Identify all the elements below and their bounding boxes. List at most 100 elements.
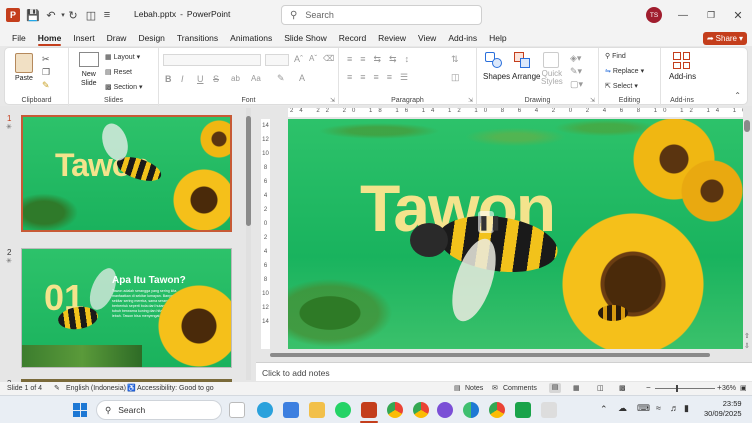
scrollbar-thumb[interactable] [270, 353, 710, 357]
char-spacing-icon[interactable]: ab [231, 74, 240, 83]
replace-button[interactable]: ⇋ Replace ▾ [605, 67, 644, 76]
slide-thumbnail-2[interactable]: 01 Apa Itu Tawon? Tawon adalah serangga … [21, 248, 232, 368]
strikethrough-button[interactable]: S [213, 74, 219, 84]
shape-format-buttons[interactable]: ◈▾ ✎▾ ▢▾ [570, 52, 583, 91]
reading-view-icon[interactable]: ◫ [597, 384, 604, 392]
chrome-icon-2[interactable] [489, 402, 505, 418]
font-name-select[interactable] [163, 54, 261, 66]
shapes-icon[interactable] [485, 52, 503, 68]
comments-button[interactable]: Comments [503, 385, 537, 392]
avatar[interactable]: TS [646, 7, 662, 23]
notes-button[interactable]: Notes [465, 385, 483, 392]
redo-icon[interactable]: ↻ [66, 8, 80, 22]
scrollbar-thumb[interactable] [246, 116, 251, 226]
windows-start-icon[interactable] [73, 403, 87, 417]
list-buttons-icon[interactable]: ≡≡⇆⇆↕ [347, 54, 417, 65]
decrease-font-icon[interactable]: Aˇ [309, 54, 317, 63]
tab-view[interactable]: View [412, 30, 442, 46]
prev-slide-icon[interactable]: ⇧ [744, 332, 750, 340]
scrollbar-thumb[interactable] [744, 120, 750, 132]
whatsapp-icon[interactable] [335, 402, 351, 418]
current-slide[interactable]: Tawon ❚❚ [288, 119, 743, 349]
section-button[interactable]: ▩ Section ▾ [105, 83, 143, 92]
format-painter-icon[interactable]: ✎ [42, 80, 50, 91]
drawing-dialog-launcher-icon[interactable]: ⇲ [590, 97, 595, 104]
wifi-icon[interactable]: ≈ [656, 403, 661, 413]
zoom-in-icon[interactable]: + [717, 383, 722, 392]
notes-pane[interactable]: Click to add notes [256, 362, 752, 381]
quick-styles-button[interactable]: Quick Styles [541, 70, 563, 86]
tab-insert[interactable]: Insert [67, 30, 100, 46]
ime-icon[interactable]: ⌨ [637, 403, 650, 414]
normal-view-icon[interactable]: ▤ [549, 383, 561, 393]
telegram-icon[interactable] [257, 402, 273, 418]
tab-draw[interactable]: Draw [101, 30, 133, 46]
align-buttons-icon[interactable]: ≡≡≡≡☰ [347, 72, 416, 83]
presentation-icon[interactable]: ◫ [84, 8, 98, 22]
underline-button[interactable]: U [197, 74, 204, 84]
close-icon[interactable]: ✕ [731, 8, 745, 22]
paragraph-dialog-launcher-icon[interactable]: ⇲ [468, 97, 473, 104]
minimize-icon[interactable]: — [676, 8, 690, 22]
cloud-icon[interactable]: ☁ [618, 403, 627, 414]
chrome-icon[interactable] [387, 402, 403, 418]
reset-button[interactable]: ▤ Reset [105, 68, 132, 77]
chrome-profile-icon[interactable] [413, 402, 429, 418]
edge-icon[interactable] [463, 402, 479, 418]
tab-home[interactable]: Home [32, 30, 68, 46]
maximize-icon[interactable]: ❐ [704, 8, 718, 22]
next-slide-icon[interactable]: ⇩ [744, 342, 750, 350]
language-status[interactable]: English (Indonesia) [66, 385, 126, 392]
change-case-icon[interactable]: Aa [251, 74, 261, 83]
share-button[interactable]: ➦ Share ▾ [703, 32, 747, 45]
zoom-level[interactable]: 36% [722, 385, 736, 392]
tab-slide-show[interactable]: Slide Show [278, 30, 333, 46]
tab-record[interactable]: Record [333, 30, 372, 46]
battery-icon[interactable]: ▮ [684, 403, 689, 414]
layout-button[interactable]: ▦ Layout ▾ [105, 53, 140, 62]
tab-help[interactable]: Help [483, 30, 512, 46]
arrange-button[interactable]: Arrange [512, 72, 540, 81]
paste-icon[interactable] [15, 53, 33, 73]
tab-file[interactable]: File [6, 30, 32, 46]
excel-icon[interactable] [515, 402, 531, 418]
addins-icon[interactable] [673, 52, 690, 69]
search-box[interactable]: ⚲ Search [281, 5, 482, 25]
zoom-slider-thumb[interactable] [675, 385, 678, 392]
fit-to-window-icon[interactable]: ▣ [740, 384, 747, 392]
tab-design[interactable]: Design [132, 30, 170, 46]
zoom-out-icon[interactable]: − [646, 383, 651, 392]
canva-icon[interactable] [437, 402, 453, 418]
paste-button[interactable]: Paste [15, 75, 33, 82]
increase-font-icon[interactable]: Aˆ [294, 54, 303, 64]
slide-sorter-icon[interactable]: ▦ [573, 384, 580, 392]
font-size-select[interactable] [265, 54, 289, 66]
italic-button[interactable]: I [181, 74, 184, 84]
spelling-icon[interactable]: ✎ [54, 384, 60, 392]
collapse-ribbon-icon[interactable]: ⌃ [734, 91, 741, 100]
arrange-icon[interactable] [514, 52, 532, 68]
addins-button[interactable]: Add-ins [669, 72, 696, 81]
vertical-scrollbar[interactable] [744, 118, 750, 350]
app-icon-2[interactable] [541, 402, 557, 418]
tab-animations[interactable]: Animations [224, 30, 278, 46]
find-button[interactable]: ⚲ Find [605, 52, 626, 61]
new-slide-button[interactable]: New Slide [81, 70, 97, 88]
select-button[interactable]: ⇱ Select ▾ [605, 82, 638, 91]
save-icon[interactable]: 💾 [26, 8, 40, 22]
new-slide-icon[interactable] [79, 52, 99, 67]
highlight-icon[interactable]: ✎ [277, 73, 285, 84]
text-direction-icon[interactable]: ⇅ [451, 54, 459, 65]
horizontal-scrollbar[interactable] [260, 352, 744, 358]
app-icon[interactable] [283, 402, 299, 418]
copy-icon[interactable]: ❐ [42, 67, 50, 78]
powerpoint-taskbar-icon[interactable] [361, 402, 377, 418]
file-explorer-icon[interactable] [309, 402, 325, 418]
taskbar-search[interactable]: ⚲ Search [96, 400, 222, 420]
task-view-icon[interactable] [229, 402, 245, 418]
tab-review[interactable]: Review [372, 30, 412, 46]
shapes-button[interactable]: Shapes [483, 72, 510, 81]
slides-pane-scrollbar[interactable] [246, 108, 251, 380]
tab-transitions[interactable]: Transitions [171, 30, 224, 46]
accessibility-status[interactable]: Accessibility: Good to go [137, 385, 214, 392]
